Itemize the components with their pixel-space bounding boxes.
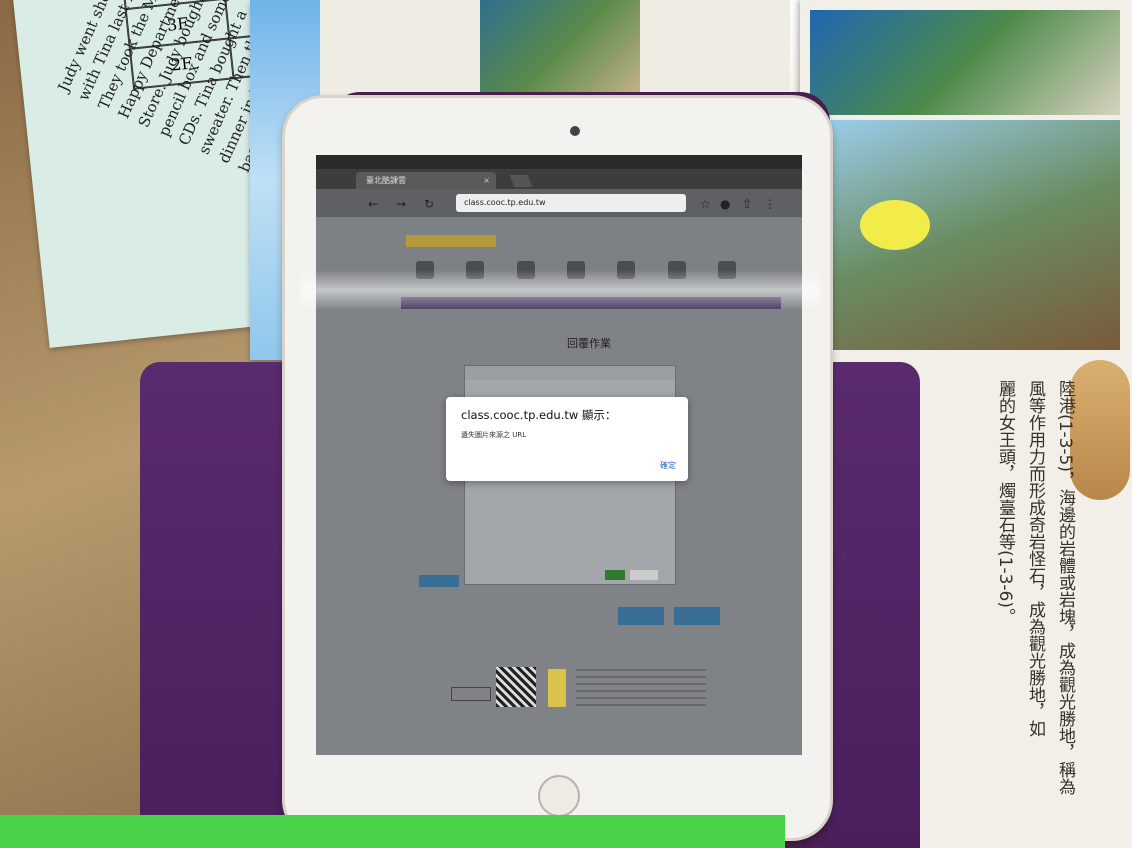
mic-icon[interactable]: ● [720,197,730,211]
toolbar: ← → ↻ class.cooc.tp.edu.tw ☆ ● ⇧ ⋮ [316,189,802,217]
browser-tab[interactable]: 臺北酷課雲 × [356,172,496,189]
screen-glare [300,270,820,310]
close-icon[interactable]: × [483,172,490,189]
home-button[interactable] [538,775,580,817]
submit-button[interactable] [618,607,664,625]
green-banner [0,815,785,848]
alert-message: 遺失圖片來源之 URL [461,431,527,439]
sea-photo [810,10,1120,115]
textbook-text: 陸港(1-3-5)，海邊的岩體或岩塊，成為觀光勝地，稱為 風等作用力而形成奇岩怪… [995,380,1075,795]
yellow-bubble [860,200,930,250]
alert-title: class.cooc.tp.edu.tw 顯示： [461,408,617,422]
reload-icon[interactable]: ↻ [424,197,434,211]
footer-info [576,669,706,707]
share-icon[interactable]: ⇧ [742,197,752,211]
forward-icon[interactable]: → [396,197,406,211]
url-text: class.cooc.tp.edu.tw [464,198,546,207]
tab-bar: 臺北酷課雲 × [316,169,802,189]
star-icon[interactable]: ☆ [700,197,711,211]
tab-title: 臺北酷課雲 [366,176,406,185]
alert-ok-button[interactable]: 確定 [660,460,676,471]
editor-cancel-button[interactable] [630,570,658,580]
footer-logo [548,669,566,707]
editor-toolbar [465,366,675,380]
menu-icon[interactable]: ⋮ [764,197,776,211]
alert-dialog: class.cooc.tp.edu.tw 顯示： 遺失圖片來源之 URL 確定 [446,397,688,481]
url-bar[interactable]: class.cooc.tp.edu.tw [456,194,686,212]
footer-badge[interactable] [451,687,491,701]
back-icon[interactable]: ← [368,197,378,211]
camera-icon [570,126,580,136]
new-tab-button[interactable] [509,175,533,187]
page-title: 回覆作業 [567,337,611,350]
status-bar [316,155,802,169]
rock-photo [810,120,1120,350]
back-button[interactable] [674,607,720,625]
coast-photo [480,0,640,100]
editor-ok-button[interactable] [605,570,625,580]
upload-button[interactable] [419,575,459,587]
photo-scene: 4F 3FWo 2F Judy went shopping with Tina … [0,0,1132,848]
site-logo[interactable] [406,235,496,247]
qr-code [496,667,536,707]
